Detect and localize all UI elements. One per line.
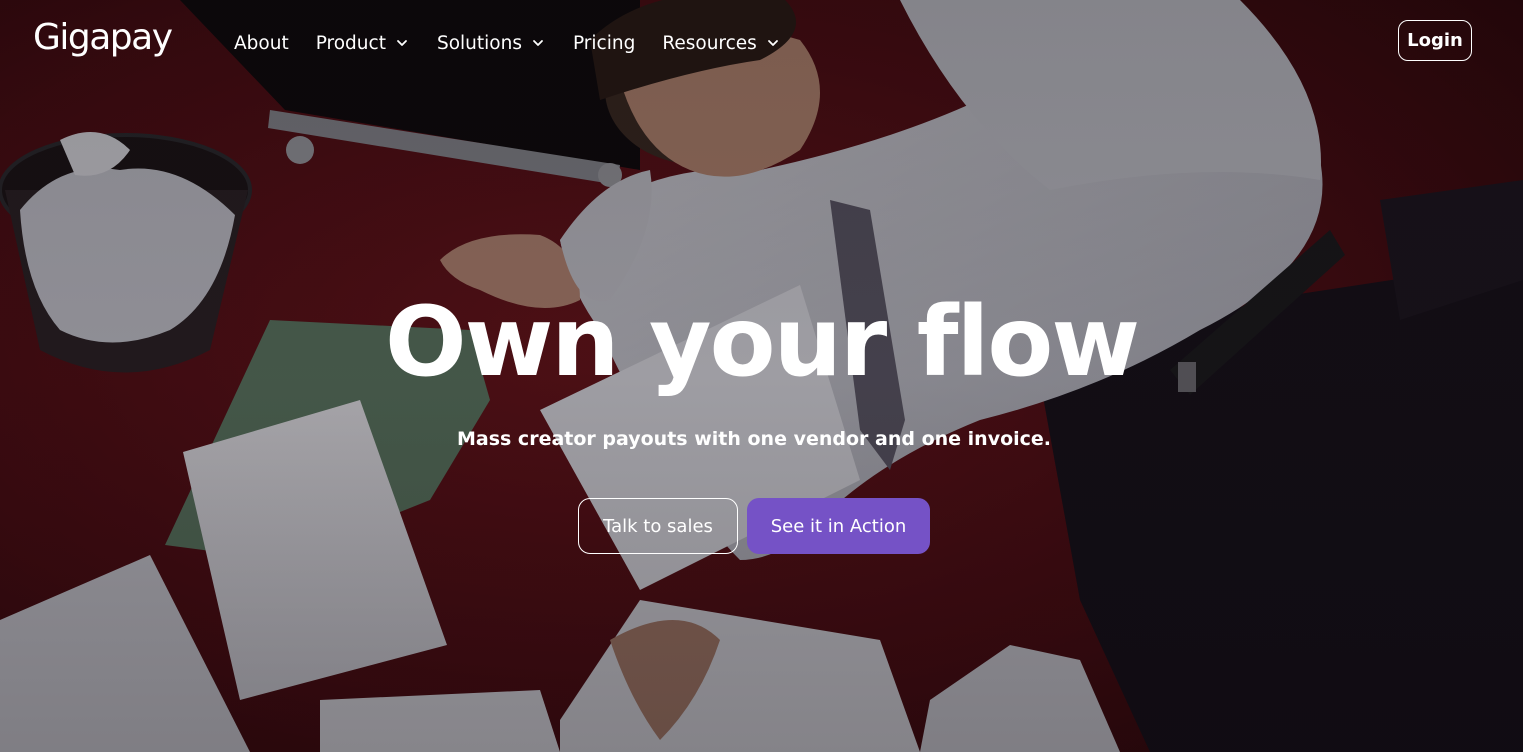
brand-logo[interactable]: Gigapay (33, 14, 173, 62)
nav-item-pricing[interactable]: Pricing (573, 33, 635, 54)
nav-item-label: Resources (662, 32, 757, 54)
nav-item-solutions[interactable]: Solutions (437, 33, 546, 54)
see-it-in-action-button[interactable]: See it in Action (747, 498, 930, 554)
chevron-down-icon (397, 40, 407, 46)
hero-headline: Own your flow (384, 286, 1140, 398)
nav-item-about[interactable]: About (234, 33, 289, 54)
hero-cta-group: Talk to sales See it in Action (578, 498, 930, 554)
chevron-down-icon (533, 40, 543, 46)
login-button[interactable]: Login (1398, 20, 1472, 61)
top-navigation: Gigapay About Product Solutions Pricing … (0, 0, 1523, 86)
nav-item-label: About (234, 32, 289, 54)
chevron-down-icon (767, 40, 778, 46)
hero-subheadline: Mass creator payouts with one vendor and… (456, 428, 1052, 450)
nav-item-resources[interactable]: Resources (662, 33, 780, 54)
talk-to-sales-button[interactable]: Talk to sales (578, 498, 738, 554)
nav-item-product[interactable]: Product (316, 33, 410, 54)
hero-section: Gigapay About Product Solutions Pricing … (0, 0, 1523, 752)
nav-item-label: Pricing (572, 32, 636, 54)
nav-links: About Product Solutions Pricing Resource… (234, 28, 808, 58)
nav-item-label: Solutions (436, 32, 522, 54)
nav-item-label: Product (315, 32, 386, 54)
